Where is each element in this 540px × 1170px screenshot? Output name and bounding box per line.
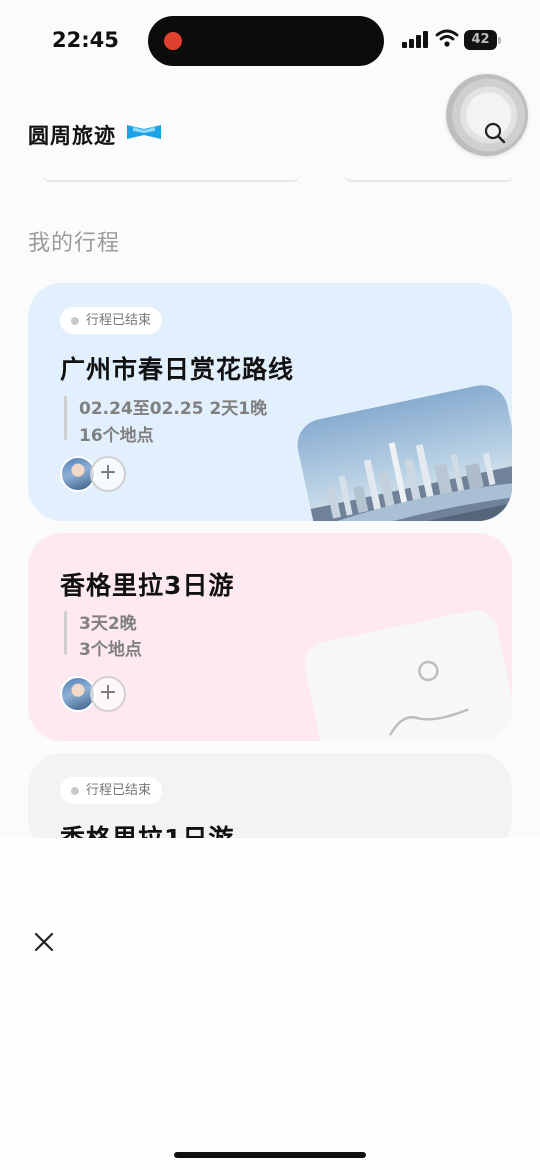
status-badge-label: 行程已结束 xyxy=(86,783,152,798)
battery-icon: 42 xyxy=(464,30,502,50)
info-divider xyxy=(64,396,67,440)
status-badge: 行程已结束 xyxy=(60,307,163,334)
trip-place-count: 16个地点 xyxy=(79,426,154,446)
battery-level: 42 xyxy=(471,32,490,47)
status-badge: 行程已结束 xyxy=(60,777,163,804)
status-dot-icon xyxy=(71,787,79,795)
status-dot-icon xyxy=(71,317,79,325)
status-bar: 22:45 42 xyxy=(0,0,540,80)
trip-place-count: 3个地点 xyxy=(79,640,142,660)
cellular-signal-icon xyxy=(402,30,430,48)
city-skyline-photo xyxy=(292,380,512,521)
add-member-button[interactable]: + xyxy=(90,456,126,492)
image-placeholder-icon xyxy=(300,606,512,741)
status-badge-label: 行程已结束 xyxy=(86,313,152,328)
wifi-icon xyxy=(435,29,459,47)
status-time: 22:45 xyxy=(52,28,119,52)
skyline-image xyxy=(310,442,512,521)
close-icon[interactable] xyxy=(33,931,55,953)
card-edge xyxy=(344,174,514,182)
search-icon[interactable] xyxy=(483,121,507,145)
app-title: 圆周旅迹 xyxy=(28,124,116,148)
trip-title: 广州市春日赏花路线 xyxy=(60,355,295,384)
card-edge xyxy=(42,174,300,182)
trip-card[interactable]: 行程已结束 广州市春日赏花路线 02.24至02.25 2天1晚 16个地点 + xyxy=(28,283,512,521)
trip-duration: 3天2晚 xyxy=(79,614,137,634)
section-title: 我的行程 xyxy=(28,231,121,256)
brand-flag-icon xyxy=(127,125,161,139)
home-indicator xyxy=(174,1152,366,1158)
add-member-button[interactable]: + xyxy=(90,676,126,712)
trip-dates: 02.24至02.25 2天1晚 xyxy=(79,399,268,419)
trip-card[interactable]: 香格里拉3日游 3天2晚 3个地点 + xyxy=(28,533,512,741)
dynamic-island xyxy=(148,16,384,66)
bottom-sheet xyxy=(0,838,540,1170)
recording-indicator-icon xyxy=(164,32,182,50)
trip-title: 香格里拉3日游 xyxy=(60,571,235,600)
info-divider xyxy=(64,611,67,655)
